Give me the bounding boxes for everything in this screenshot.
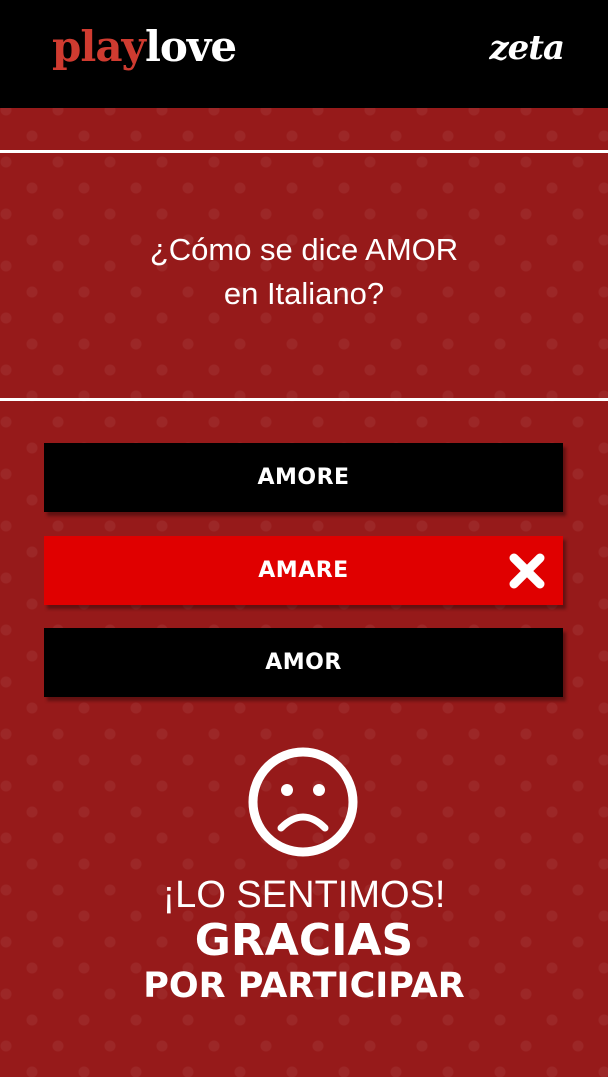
sad-face-icon xyxy=(248,747,358,857)
question-text: ¿Cómo se dice AMOR en Italiano? xyxy=(0,228,608,316)
divider-bottom xyxy=(0,398,608,401)
logo-play-text: play xyxy=(52,22,146,71)
result-sorry-text: ¡LO SENTIMOS! xyxy=(162,874,446,916)
header-bar: playlove zeta xyxy=(0,0,608,108)
answer-button-amore[interactable]: AMORE xyxy=(44,443,563,512)
answer-label: AMORE xyxy=(257,465,350,490)
result-thanks-text: GRACIAS xyxy=(194,915,414,966)
divider-top xyxy=(0,150,608,153)
answer-label: AMOR xyxy=(265,650,342,675)
question-line-2: en Italiano? xyxy=(223,276,385,311)
result-participate-text: POR PARTICIPAR xyxy=(143,966,465,1006)
playlove-logo: playlove xyxy=(52,22,237,72)
answer-button-amor[interactable]: AMOR xyxy=(44,628,563,697)
answer-button-amare[interactable]: AMARE xyxy=(44,536,563,605)
zeta-logo: zeta xyxy=(489,28,565,68)
logo-love-text: love xyxy=(144,22,237,71)
question-line-1: ¿Cómo se dice AMOR xyxy=(149,232,459,267)
answer-label: AMARE xyxy=(258,558,349,583)
close-icon xyxy=(509,553,545,589)
